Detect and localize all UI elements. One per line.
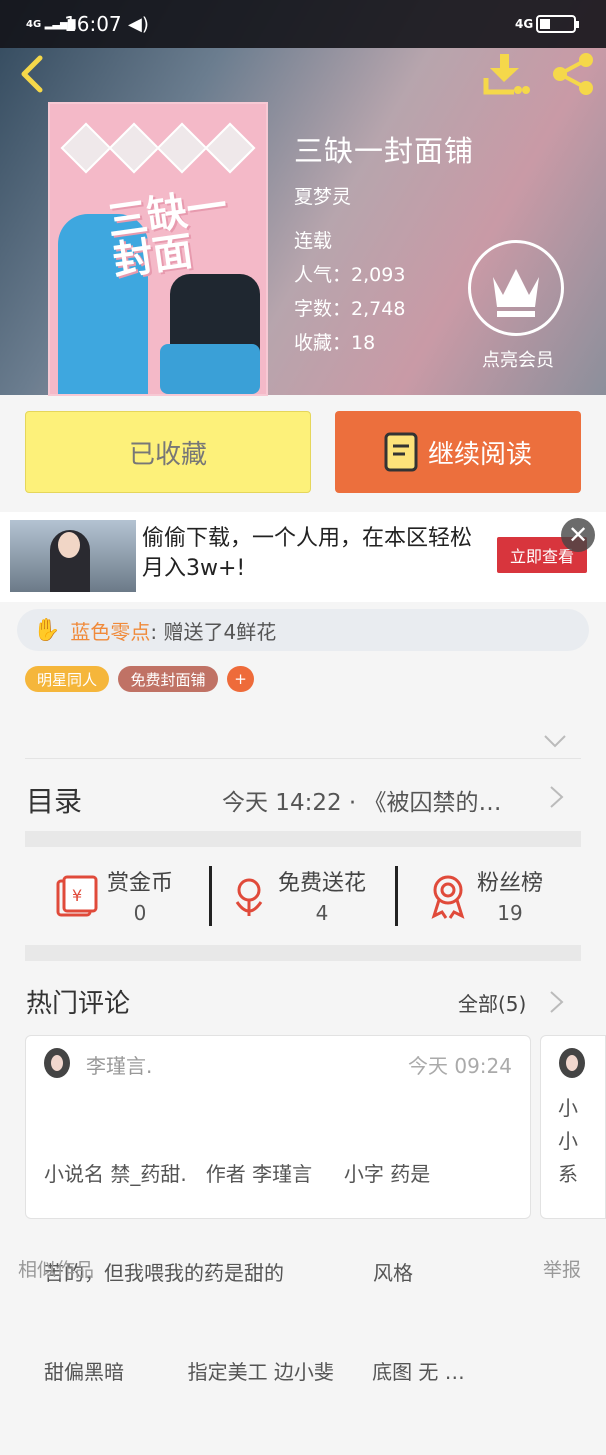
popularity-stat: 人气：2,093 [294,264,406,286]
hot-comments-title: 热门评论 [26,989,131,1019]
share-icon[interactable] [550,52,596,96]
continue-reading-label: 继续阅读 [427,439,532,470]
continue-reading-button[interactable]: 继续阅读 [335,411,581,493]
comment-user[interactable]: 李瑾言. [86,1050,152,1079]
expand-chevron-icon[interactable] [543,734,567,748]
gift-message: : 赠送了4鲜花 [150,619,277,644]
divider [395,866,398,926]
section-separator [25,945,581,961]
gift-ticker[interactable]: ✋ 蓝色零点 : 赠送了4鲜花 [17,609,589,651]
status-time: 16:07 [64,12,122,36]
catalog-title[interactable]: 目录 [26,780,82,820]
stat-coins[interactable]: 赏金币 0 [107,865,173,925]
download-icon[interactable] [482,52,530,96]
book-state: 连载 [294,230,333,252]
word-count-stat: 字数：2,748 [294,298,406,320]
stat-flowers-label: 免费送花 [278,871,367,896]
all-comments-link[interactable]: 全部(5) [458,988,526,1017]
divider [209,866,212,926]
book-author[interactable]: 夏梦灵 [294,182,351,209]
flower-icon[interactable] [229,876,269,920]
stat-coins-value: 0 [133,901,147,925]
book-title: 三缺一封面铺 [294,134,475,168]
divider [25,758,581,759]
chevron-right-icon[interactable] [549,990,565,1014]
coin-reward-icon[interactable]: ¥ [54,875,98,919]
section-separator [25,831,581,847]
tag-star-fanfic[interactable]: 明星同人 [25,666,109,692]
network-right: 4G [515,17,534,31]
comment-card[interactable]: 李瑾言. 今天 09:24 小说名 禁_药甜. 作者 李瑾言 小字 药是 苦的，… [25,1035,531,1384]
crown-icon [493,269,539,317]
book-icon [384,432,418,472]
member-button[interactable] [468,240,564,336]
similar-works-title[interactable]: 相似作品 [18,1255,94,1282]
stat-fans-value: 19 [497,901,523,925]
stat-flowers-value: 4 [315,901,329,925]
cover-art-title: 三缺一 封面 [104,183,230,285]
ad-banner[interactable]: 偷偷下载，一个人用，在本区轻松月入3w+! 立即查看 [0,512,606,602]
collected-stat: 收藏：18 [294,332,376,354]
gift-icon: ✋ [33,617,61,643]
latest-chapter[interactable]: 今天 14:22 · 《被囚禁的… [222,783,502,817]
comment-body-peek: 小 小 系 [558,1096,578,1186]
stat-flowers[interactable]: 免费送花 4 [278,865,366,925]
report-link[interactable]: 举报 [543,1255,581,1282]
battery-icon [536,0,579,48]
svg-text:¥: ¥ [72,886,82,905]
tag-free-cover[interactable]: 免费封面铺 [118,666,218,692]
stat-coins-label: 赏金币 [107,871,174,896]
comment-card[interactable]: 小 小 系 [540,1035,606,1219]
comment-body: 小说名 禁_药甜. 作者 李瑾言 小字 药是 苦的，但我喂我的药是甜的 风格 甜… [44,1162,465,1384]
comment-time: 今天 09:24 [408,1054,512,1078]
stat-fans-label: 粉丝榜 [477,871,544,896]
ad-image[interactable] [10,520,136,592]
book-cover-image[interactable]: 三缺一 封面 [48,102,268,396]
member-label[interactable]: 点亮会员 [470,346,566,372]
collected-button[interactable]: 已收藏 [25,411,311,493]
ad-text[interactable]: 偷偷下载，一个人用，在本区轻松月入3w+! [142,524,482,584]
chevron-right-icon[interactable] [549,785,565,809]
sound-icon: ◀) [128,13,149,35]
add-tag-button[interactable]: + [227,666,254,692]
gift-user: 蓝色零点 [70,619,151,644]
back-icon[interactable] [18,54,46,94]
fan-ranking-icon[interactable] [428,874,468,920]
avatar[interactable] [44,1048,70,1078]
avatar[interactable] [559,1048,585,1078]
stat-fans[interactable]: 粉丝榜 19 [477,865,543,925]
ad-close-icon[interactable]: ✕ [561,518,595,552]
